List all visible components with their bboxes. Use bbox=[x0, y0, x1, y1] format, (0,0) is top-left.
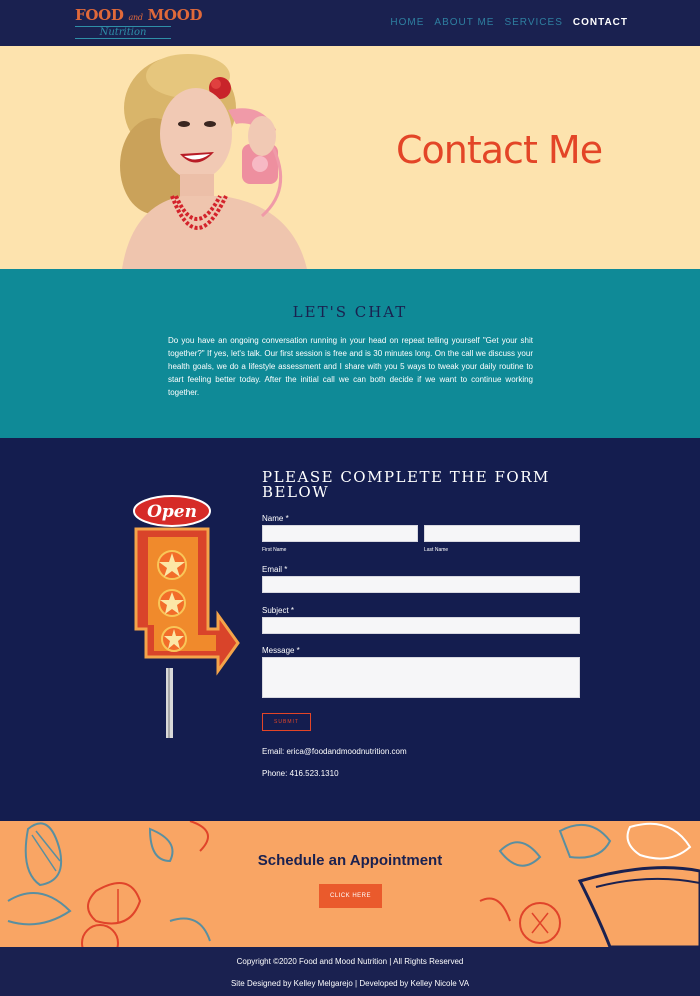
nav-link-contact[interactable]: CONTACT bbox=[573, 17, 628, 28]
name-label: Name * bbox=[262, 514, 289, 523]
hero-woman-telephone-image bbox=[120, 54, 307, 269]
lets-chat-section: LET'S CHAT Do you have an ongoing conver… bbox=[0, 269, 700, 438]
contact-form-section: Open PLEASE COMPLETE THE FORM BELOW Name… bbox=[0, 438, 700, 821]
logo-word-and: and bbox=[128, 13, 143, 22]
page-title: Contact Me bbox=[396, 128, 603, 172]
click-here-button[interactable]: CLICK HERE bbox=[319, 884, 382, 908]
top-navigation-bar: FOOD and MOOD Nutrition HOME ABOUT ME SE… bbox=[0, 0, 700, 46]
contact-phone: Phone: 416.523.1310 bbox=[262, 769, 339, 778]
first-name-sublabel: First Name bbox=[262, 547, 287, 553]
hero-banner: Contact Me bbox=[0, 46, 700, 269]
last-name-sublabel: Last Name bbox=[424, 547, 449, 553]
logo-subtitle: Nutrition bbox=[75, 26, 171, 39]
nav-link-services[interactable]: SERVICES bbox=[504, 17, 562, 28]
nav-link-about-me[interactable]: ABOUT ME bbox=[434, 17, 494, 28]
open-sign-image: Open bbox=[133, 495, 240, 738]
logo-word-food: FOOD bbox=[75, 6, 124, 24]
last-name-input[interactable] bbox=[424, 525, 580, 542]
site-logo[interactable]: FOOD and MOOD Nutrition bbox=[75, 6, 202, 39]
nav-link-home[interactable]: HOME bbox=[390, 17, 424, 28]
form-heading: PLEASE COMPLETE THE FORM BELOW bbox=[262, 468, 550, 501]
logo-word-mood: MOOD bbox=[147, 6, 203, 24]
subject-input[interactable] bbox=[262, 617, 580, 634]
message-textarea[interactable] bbox=[262, 657, 580, 698]
subject-label: Subject * bbox=[262, 606, 295, 615]
schedule-appointment-section: Schedule an Appointment CLICK HERE bbox=[0, 821, 700, 947]
lets-chat-paragraph: Do you have an ongoing conversation runn… bbox=[168, 336, 533, 397]
credits-text: Site Designed by Kelley Melgarejo | Deve… bbox=[230, 979, 470, 988]
email-label: Email * bbox=[262, 565, 288, 574]
contact-email[interactable]: Email: erica@foodandmoodnutrition.com bbox=[262, 747, 407, 756]
main-menu: HOME ABOUT ME SERVICES CONTACT bbox=[390, 17, 628, 28]
appointment-heading: Schedule an Appointment bbox=[257, 852, 443, 869]
svg-text:Open: Open bbox=[147, 502, 197, 522]
copyright-text: Copyright ©2020 Food and Mood Nutrition … bbox=[236, 957, 464, 966]
email-input[interactable] bbox=[262, 576, 580, 593]
logo-wordmark: FOOD and MOOD bbox=[75, 6, 202, 25]
message-label: Message * bbox=[262, 646, 300, 655]
submit-button[interactable]: SUBMIT bbox=[262, 713, 311, 731]
lets-chat-heading: LET'S CHAT bbox=[292, 303, 408, 321]
first-name-input[interactable] bbox=[262, 525, 418, 542]
site-footer: Copyright ©2020 Food and Mood Nutrition … bbox=[0, 947, 700, 996]
